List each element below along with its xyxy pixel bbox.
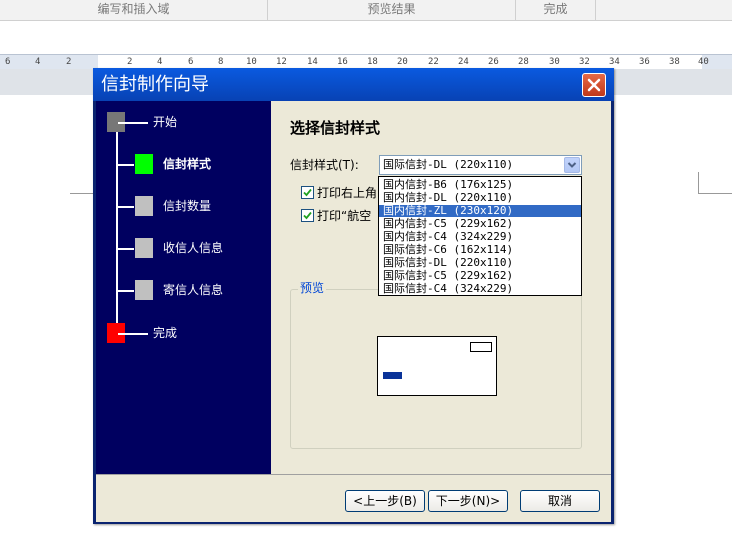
dropdown-option[interactable]: 国际信封-C4 (324x229) — [379, 283, 581, 295]
step-connector — [118, 164, 134, 166]
ruler-number: 20 — [397, 57, 408, 67]
dialog-button-bar: <上一步(B) 下一步(N)> 取消 — [96, 474, 611, 522]
preview-group-title: 预览 — [298, 281, 327, 295]
stamp-box — [470, 342, 492, 352]
dropdown-option[interactable]: 国内信封-C5 (229x162) — [379, 218, 581, 230]
checkbox-print-airmail-label: 打印“航空 — [317, 209, 372, 223]
dropdown-option[interactable]: 国内信封-DL (220x110) — [379, 192, 581, 204]
ruler-number: 14 — [307, 57, 318, 67]
ruler-number: 26 — [488, 57, 499, 67]
envelope-style-label: 信封样式(T): — [290, 158, 359, 172]
next-button[interactable]: 下一步(N)> — [428, 490, 508, 512]
step-connector — [118, 206, 134, 208]
close-icon — [587, 78, 601, 92]
ruler-number: 36 — [639, 57, 650, 67]
ruler-number: 12 — [276, 57, 287, 67]
steps-connector-line — [116, 122, 118, 338]
checkmark-icon — [303, 188, 312, 197]
envelope-style-dropdown-list[interactable]: 国内信封-B6 (176x125) 国内信封-DL (220x110) 国内信封… — [378, 176, 582, 296]
chevron-down-icon — [567, 162, 577, 168]
table-header-cell: 完成 — [516, 0, 596, 20]
ruler-number: 30 — [549, 57, 560, 67]
dropdown-option[interactable]: 国内信封-B6 (176x125) — [379, 179, 581, 191]
ruler-number: 6 — [5, 57, 11, 67]
ruler-number: 28 — [518, 57, 529, 67]
dialog-title-bar[interactable]: 信封制作向导 — [93, 68, 614, 101]
step-label-finish: 完成 — [153, 326, 178, 340]
dropdown-option-highlighted[interactable]: 国内信封-ZL (230x120) — [379, 205, 581, 217]
step-label-envelope-count: 信封数量 — [163, 199, 212, 213]
step-connector — [118, 122, 148, 124]
page-corner-mark — [698, 172, 699, 194]
envelope-style-select[interactable]: 国际信封-DL (220x110) — [379, 155, 582, 175]
ruler-number: 38 — [669, 57, 680, 67]
ruler-number: 8 — [218, 57, 224, 67]
wizard-steps-panel: 开始 信封样式 信封数量 收信人信息 寄信人信息 完成 — [96, 101, 271, 474]
dropdown-option[interactable]: 国际信封-C5 (229x162) — [379, 270, 581, 282]
dialog-title: 信封制作向导 — [101, 74, 209, 95]
dropdown-arrow-button[interactable] — [564, 157, 580, 173]
step-label-envelope-style: 信封样式 — [163, 157, 212, 171]
table-header-cell: 预览结果 — [268, 0, 516, 20]
checkbox-print-corner[interactable] — [301, 186, 314, 199]
dropdown-option[interactable]: 国际信封-DL (220x110) — [379, 257, 581, 269]
ruler-number: 4 — [35, 57, 41, 67]
checkmark-icon — [303, 211, 312, 220]
page-corner-mark — [70, 193, 93, 194]
step-connector — [118, 248, 134, 250]
cancel-button[interactable]: 取消 — [520, 490, 600, 512]
ruler-number: 18 — [367, 57, 378, 67]
table-header-cell: 编写和插入域 — [0, 0, 268, 20]
checkbox-print-airmail[interactable] — [301, 209, 314, 222]
ruler-number: 32 — [579, 57, 590, 67]
dropdown-option[interactable]: 国际信封-C6 (162x114) — [379, 244, 581, 256]
ruler-number: 2 — [66, 57, 72, 67]
ruler-number: 40 — [698, 57, 709, 67]
ruler-number: 6 — [188, 57, 194, 67]
step-marker-envelope-count — [135, 196, 153, 216]
step-marker-envelope-style — [135, 154, 153, 174]
previous-button[interactable]: <上一步(B) — [345, 490, 425, 512]
background-table-header: 编写和插入域 预览结果 完成 — [0, 0, 732, 21]
envelope-style-value: 国际信封-DL (220x110) — [383, 158, 514, 171]
ruler-number: 10 — [246, 57, 257, 67]
close-button[interactable] — [582, 73, 606, 97]
ruler-number: 4 — [157, 57, 163, 67]
ruler-number: 34 — [609, 57, 620, 67]
checkbox-print-corner-label: 打印右上角 — [317, 186, 378, 200]
ruler-number: 24 — [458, 57, 469, 67]
page-corner-mark — [698, 193, 732, 194]
step-label-start: 开始 — [153, 115, 178, 129]
step-label-sender: 寄信人信息 — [163, 283, 224, 297]
address-block — [383, 372, 402, 379]
envelope-preview — [377, 336, 497, 396]
dropdown-option[interactable]: 国内信封-C4 (324x229) — [379, 231, 581, 243]
step-marker-recipient — [135, 238, 153, 258]
step-label-recipient: 收信人信息 — [163, 241, 224, 255]
ruler-number: 16 — [337, 57, 348, 67]
step-connector — [118, 333, 148, 335]
ruler-number: 2 — [127, 57, 133, 67]
step-marker-sender — [135, 280, 153, 300]
step-connector — [118, 290, 134, 292]
page-heading: 选择信封样式 — [290, 119, 381, 137]
ruler-number: 22 — [428, 57, 439, 67]
